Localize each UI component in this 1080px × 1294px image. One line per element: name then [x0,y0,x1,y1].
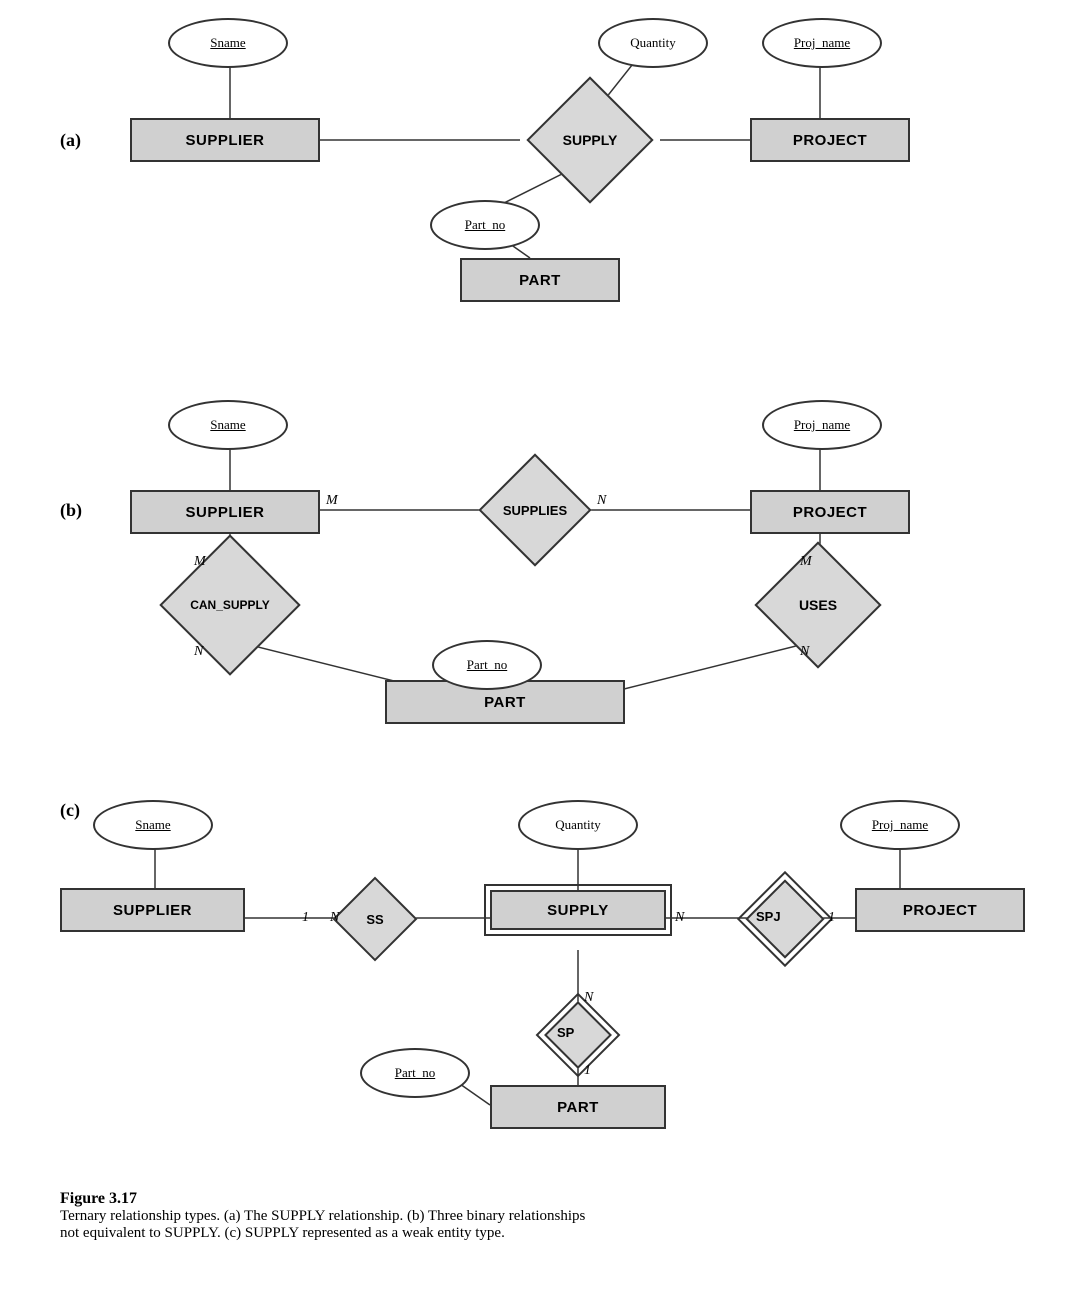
attr-partno-c: Part_no [360,1048,470,1098]
entity-supplier-b: SUPPLIER [130,490,320,534]
figure-caption: Figure 3.17 Ternary relationship types. … [60,1190,1020,1264]
mult-1a-c: 1 [302,910,309,926]
attr-projname-a: Proj_name [762,18,882,68]
entity-part-a: PART [460,258,620,302]
section-label-b: (b) [60,500,82,521]
attr-sname-c: Sname [93,800,213,850]
attr-sname-b: Sname [168,400,288,450]
caption-line2: not equivalent to SUPPLY. (c) SUPPLY rep… [60,1225,1020,1242]
section-label-a: (a) [60,130,81,151]
mult-m2-b: M [194,554,206,570]
entity-supplier-c: SUPPLIER [60,888,245,932]
entity-project-a: PROJECT [750,118,910,162]
rel-supply-a: SUPPLY [520,105,660,175]
attr-quantity-c: Quantity [518,800,638,850]
caption-line1: Ternary relationship types. (a) The SUPP… [60,1208,1020,1225]
mult-n1-b: N [597,493,606,509]
entity-supplier-a: SUPPLIER [130,118,320,162]
rel-spj-label-c: SPJ [756,909,781,924]
entity-supply-c: SUPPLY [490,890,666,930]
mult-nc-c: N [584,990,593,1006]
attr-quantity-a: Quantity [598,18,708,68]
rel-supplies-b: SUPPLIES [480,478,590,542]
mult-nb-c: N [675,910,684,926]
attr-partno-a: Part_no [430,200,540,250]
mult-na-c: N [330,910,339,926]
attr-projname-b: Proj_name [762,400,882,450]
section-label-c: (c) [60,800,80,821]
mult-n2-b: N [194,644,203,660]
mult-n3-b: N [800,644,809,660]
mult-m3-b: M [800,554,812,570]
mult-1b-c: 1 [828,910,835,926]
rel-cansupply-b: CAN_SUPPLY [155,568,305,642]
entity-project-c: PROJECT [855,888,1025,932]
mult-1c-c: 1 [584,1063,591,1079]
rel-sp-label-c: SP [557,1025,574,1040]
rel-ss-c: SS [340,885,410,953]
rel-uses-b: USES [758,568,878,642]
rel-sp-outer-c [546,1003,610,1067]
attr-projname-c: Proj_name [840,800,960,850]
mult-m1-b: M [326,493,338,509]
attr-partno-b: Part_no [432,640,542,690]
entity-project-b: PROJECT [750,490,910,534]
caption-title: Figure 3.17 [60,1190,1020,1208]
attr-sname-a: Sname [168,18,288,68]
entity-part-c: PART [490,1085,666,1129]
